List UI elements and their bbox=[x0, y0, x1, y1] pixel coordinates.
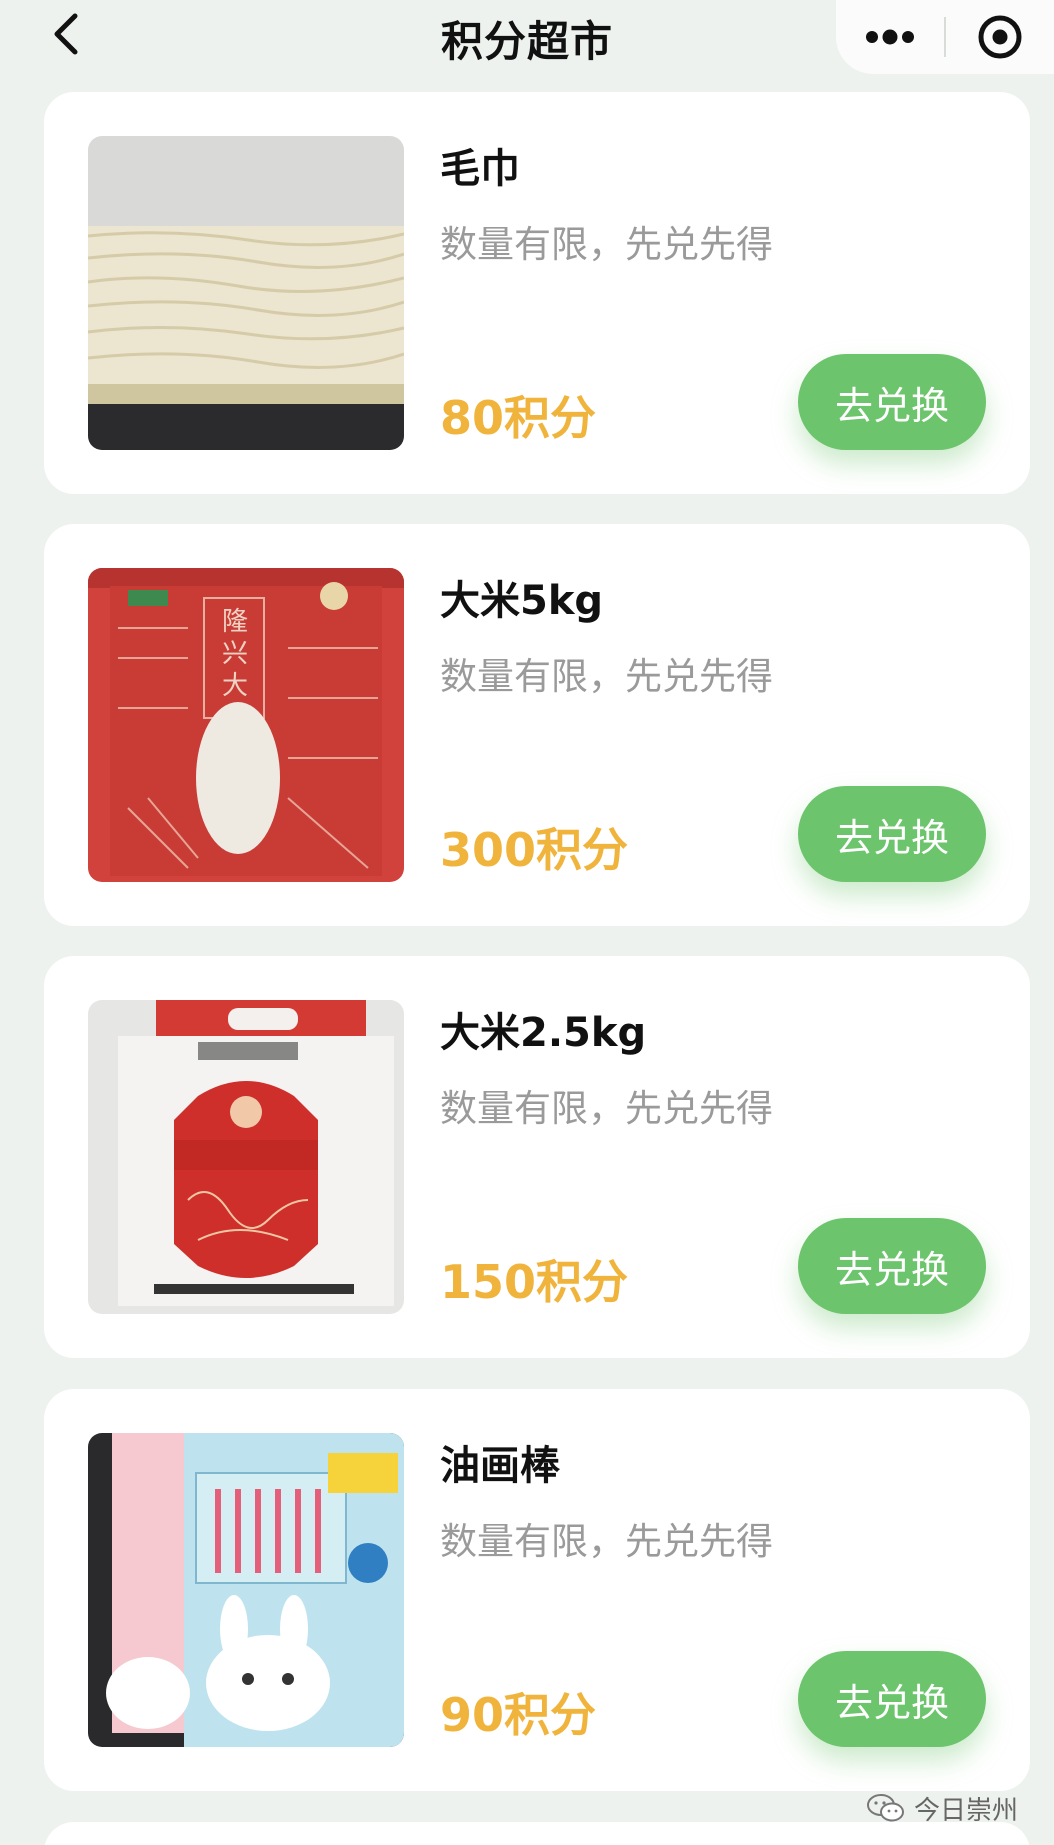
close-miniprogram-button[interactable] bbox=[946, 0, 1054, 74]
more-dots-icon bbox=[866, 29, 914, 45]
towel-photo bbox=[88, 136, 404, 450]
product-desc: 数量有限，先兑先得 bbox=[440, 1087, 773, 1130]
miniprogram-capsule bbox=[836, 0, 1054, 74]
product-card: 大米2.5kg 数量有限，先兑先得 150积分 去兑换 bbox=[44, 956, 1030, 1358]
product-price: 150积分 bbox=[440, 1255, 629, 1309]
product-desc: 数量有限，先兑先得 bbox=[440, 223, 773, 266]
wechat-icon bbox=[867, 1794, 904, 1822]
svg-text:大: 大 bbox=[222, 671, 248, 701]
nav-bar: 积分超市 bbox=[0, 0, 1054, 78]
rice-bag-white-photo bbox=[88, 1000, 404, 1314]
more-button[interactable] bbox=[836, 0, 944, 74]
rice-bag-red-photo: 隆 兴 大 bbox=[88, 568, 404, 882]
product-name: 油画棒 bbox=[440, 1443, 560, 1489]
redeem-button[interactable]: 去兑换 bbox=[798, 1651, 986, 1747]
product-name: 大米5kg bbox=[440, 578, 604, 624]
product-name: 毛巾 bbox=[440, 146, 520, 192]
product-price: 90积分 bbox=[440, 1688, 597, 1742]
product-price: 80积分 bbox=[440, 391, 597, 445]
oil-pastel-box-photo bbox=[88, 1433, 404, 1747]
target-icon bbox=[978, 15, 1022, 59]
watermark-text: 今日崇州 bbox=[914, 1795, 1019, 1826]
svg-text:隆: 隆 bbox=[222, 607, 248, 637]
svg-text:兴: 兴 bbox=[222, 639, 248, 669]
account-watermark: 今日崇州 bbox=[866, 1786, 1018, 1830]
points-mall-page: 积分超市 毛巾 数量有限，先兑先得 80积分 去兑换 隆 兴 大 大米5kg 数… bbox=[0, 0, 1054, 1845]
product-card: 毛巾 数量有限，先兑先得 80积分 去兑换 bbox=[44, 92, 1030, 494]
product-card: 隆 兴 大 大米5kg 数量有限，先兑先得 300积分 去兑换 bbox=[44, 524, 1030, 926]
redeem-button[interactable]: 去兑换 bbox=[798, 786, 986, 882]
product-desc: 数量有限，先兑先得 bbox=[440, 1520, 773, 1563]
redeem-button[interactable]: 去兑换 bbox=[798, 354, 986, 450]
product-card: 油画棒 数量有限，先兑先得 90积分 去兑换 bbox=[44, 1389, 1030, 1791]
product-price: 300积分 bbox=[440, 823, 629, 877]
product-desc: 数量有限，先兑先得 bbox=[440, 655, 773, 698]
redeem-button[interactable]: 去兑换 bbox=[798, 1218, 986, 1314]
product-name: 大米2.5kg bbox=[440, 1010, 647, 1056]
